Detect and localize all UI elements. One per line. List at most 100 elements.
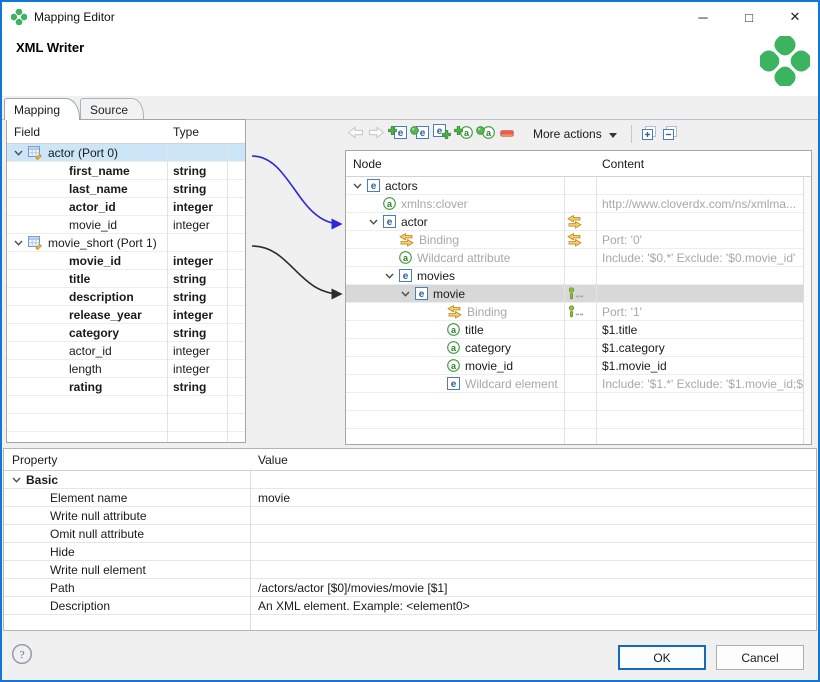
- node-row[interactable]: eactors: [346, 177, 811, 195]
- node-row[interactable]: emovie: [346, 285, 811, 303]
- property-row[interactable]: Write null attribute: [4, 507, 816, 525]
- node-cell: eactors: [346, 177, 564, 194]
- node-row[interactable]: eactor: [346, 213, 811, 231]
- field-type: string: [167, 288, 227, 305]
- node-row[interactable]: BindingPort: '0': [346, 231, 811, 249]
- add-child-element-button[interactable]: e: [431, 122, 452, 146]
- expand-all-button[interactable]: [639, 122, 659, 146]
- property-value[interactable]: [250, 507, 816, 524]
- close-button[interactable]: ✕: [772, 2, 818, 32]
- next-mapping-button[interactable]: [366, 122, 386, 146]
- field-row[interactable]: actor (Port 0): [7, 144, 245, 162]
- content-cell: [596, 285, 811, 302]
- node-column-header[interactable]: Node: [346, 151, 564, 176]
- previous-mapping-button[interactable]: [345, 122, 365, 146]
- content-cell: $1.title: [596, 321, 811, 338]
- node-row[interactable]: acategory$1.category: [346, 339, 811, 357]
- tab-mapping[interactable]: Mapping: [4, 98, 80, 120]
- field-row[interactable]: release_yearinteger: [7, 306, 245, 324]
- node-tree-scrollbar[interactable]: [803, 177, 811, 444]
- field-row[interactable]: categorystring: [7, 324, 245, 342]
- field-row[interactable]: descriptionstring: [7, 288, 245, 306]
- field-row[interactable]: first_namestring: [7, 162, 245, 180]
- property-label: Hide: [50, 545, 75, 559]
- property-group-label: Basic: [26, 473, 58, 487]
- chevron-down-icon[interactable]: [14, 150, 28, 156]
- property-row[interactable]: Write null element: [4, 561, 816, 579]
- field-row[interactable]: movie_short (Port 1): [7, 234, 245, 252]
- remove-node-button[interactable]: [497, 122, 517, 146]
- ok-button[interactable]: OK: [618, 645, 706, 670]
- field-row[interactable]: ratingstring: [7, 378, 245, 396]
- field-row[interactable]: movie_idinteger: [7, 216, 245, 234]
- maximize-button[interactable]: □: [726, 2, 772, 32]
- property-row[interactable]: Omit null attribute: [4, 525, 816, 543]
- content-column-header[interactable]: Content: [596, 151, 811, 176]
- node-label: actor: [401, 215, 428, 229]
- empty-row: [346, 429, 811, 445]
- value-column-header[interactable]: Value: [250, 449, 816, 470]
- help-icon[interactable]: ?: [11, 643, 33, 665]
- property-value[interactable]: movie: [250, 489, 816, 506]
- node-row[interactable]: atitle$1.title: [346, 321, 811, 339]
- property-value[interactable]: /actors/actor [$0]/movies/movie [$1]: [250, 579, 816, 596]
- property-value[interactable]: An XML element. Example: <element0>: [250, 597, 816, 614]
- node-row[interactable]: aWildcard attributeInclude: '$0.*' Exclu…: [346, 249, 811, 267]
- node-row[interactable]: axmlns:cloverhttp://www.cloverdx.com/ns/…: [346, 195, 811, 213]
- property-row[interactable]: Hide: [4, 543, 816, 561]
- add-attribute-button[interactable]: a: [453, 122, 474, 146]
- column-divider: [596, 151, 597, 444]
- field-row[interactable]: lengthinteger: [7, 360, 245, 378]
- field-column-header[interactable]: Field: [7, 120, 167, 143]
- property-row[interactable]: Basic: [4, 471, 816, 489]
- add-wildcard-attribute-button[interactable]: a: [475, 122, 496, 146]
- property-row[interactable]: Element name movie: [4, 489, 816, 507]
- node-row[interactable]: amovie_id$1.movie_id: [346, 357, 811, 375]
- property-row[interactable]: DescriptionAn XML element. Example: <ele…: [4, 597, 816, 615]
- field-row[interactable]: titlestring: [7, 270, 245, 288]
- chevron-down-icon[interactable]: [14, 240, 28, 246]
- property-value[interactable]: [250, 471, 816, 488]
- property-value[interactable]: [250, 561, 816, 578]
- property-label: Path: [50, 581, 75, 595]
- chevron-down-icon[interactable]: [369, 219, 383, 225]
- field-cell: actor (Port 0): [7, 144, 167, 161]
- field-cell: rating: [7, 378, 167, 395]
- property-row[interactable]: Path/actors/actor [$0]/movies/movie [$1]: [4, 579, 816, 597]
- property-label: Element name: [50, 491, 127, 505]
- field-row[interactable]: actor_idinteger: [7, 342, 245, 360]
- cancel-button[interactable]: Cancel: [716, 645, 804, 670]
- chevron-down-icon[interactable]: [385, 273, 399, 279]
- more-actions-button[interactable]: More actions: [526, 122, 624, 146]
- node-row[interactable]: eWildcard elementInclude: '$1.*' Exclude…: [346, 375, 811, 393]
- property-value[interactable]: [250, 543, 816, 560]
- type-column-header[interactable]: Type: [167, 120, 227, 143]
- field-row[interactable]: actor_idinteger: [7, 198, 245, 216]
- titlebar[interactable]: Mapping Editor ─ □ ✕: [2, 2, 818, 32]
- add-element-above-button[interactable]: e: [387, 122, 408, 146]
- binding-icon: [447, 305, 462, 319]
- property-value[interactable]: [250, 525, 816, 542]
- collapse-all-button[interactable]: [660, 122, 680, 146]
- svg-text:?: ?: [19, 648, 24, 662]
- field-cell: movie_short (Port 1): [7, 234, 167, 251]
- node-row[interactable]: BindingPort: '1': [346, 303, 811, 321]
- minimize-button[interactable]: ─: [680, 2, 726, 32]
- field-row[interactable]: movie_idinteger: [7, 252, 245, 270]
- chevron-down-icon[interactable]: [401, 291, 415, 297]
- field-type: string: [167, 324, 227, 341]
- node-row[interactable]: emovies: [346, 267, 811, 285]
- content-cell: [596, 267, 811, 284]
- field-label: release_year: [69, 308, 142, 322]
- field-type: [167, 234, 227, 251]
- tab-source[interactable]: Source: [80, 98, 144, 120]
- property-label-cell: Path: [4, 579, 250, 596]
- property-column-header[interactable]: Property: [4, 449, 250, 470]
- add-wildcard-element-button[interactable]: e: [409, 122, 430, 146]
- property-panel: Property Value BasicElement namemovieWri…: [3, 448, 817, 631]
- field-row[interactable]: last_namestring: [7, 180, 245, 198]
- field-cell: first_name: [7, 162, 167, 179]
- chevron-down-icon[interactable]: [12, 477, 26, 483]
- chevron-down-icon[interactable]: [353, 183, 367, 189]
- content-cell: $1.category: [596, 339, 811, 356]
